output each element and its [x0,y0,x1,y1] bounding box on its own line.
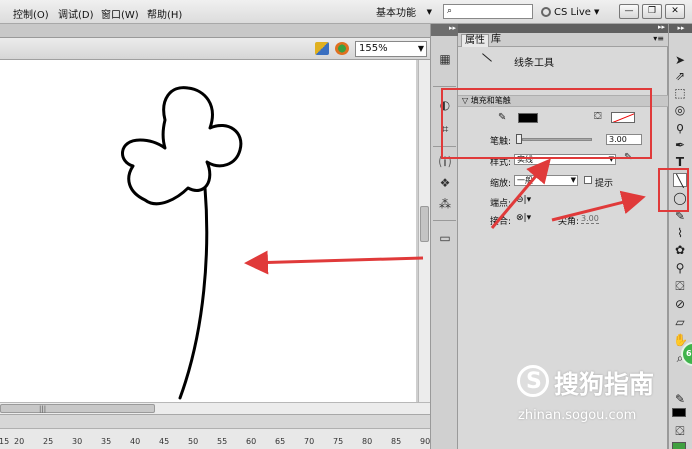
annotation-arrow-to-stroke-box [490,158,551,229]
flash-editor-window: 控制(O) 调试(D) 窗口(W) 帮助(H) 基本功能 ▼ ⌕ CS Live… [0,0,692,449]
sogou-logo: S [517,365,549,397]
watermark-title: 搜狗指南 [554,370,655,399]
annotation-arrow-to-line-tool [551,190,646,222]
sogou-watermark: S 搜狗指南 zhinan.sogou.com [514,363,692,429]
annotation-arrow-to-stage [244,250,424,275]
watermark-url: zhinan.sogou.com [518,408,637,423]
